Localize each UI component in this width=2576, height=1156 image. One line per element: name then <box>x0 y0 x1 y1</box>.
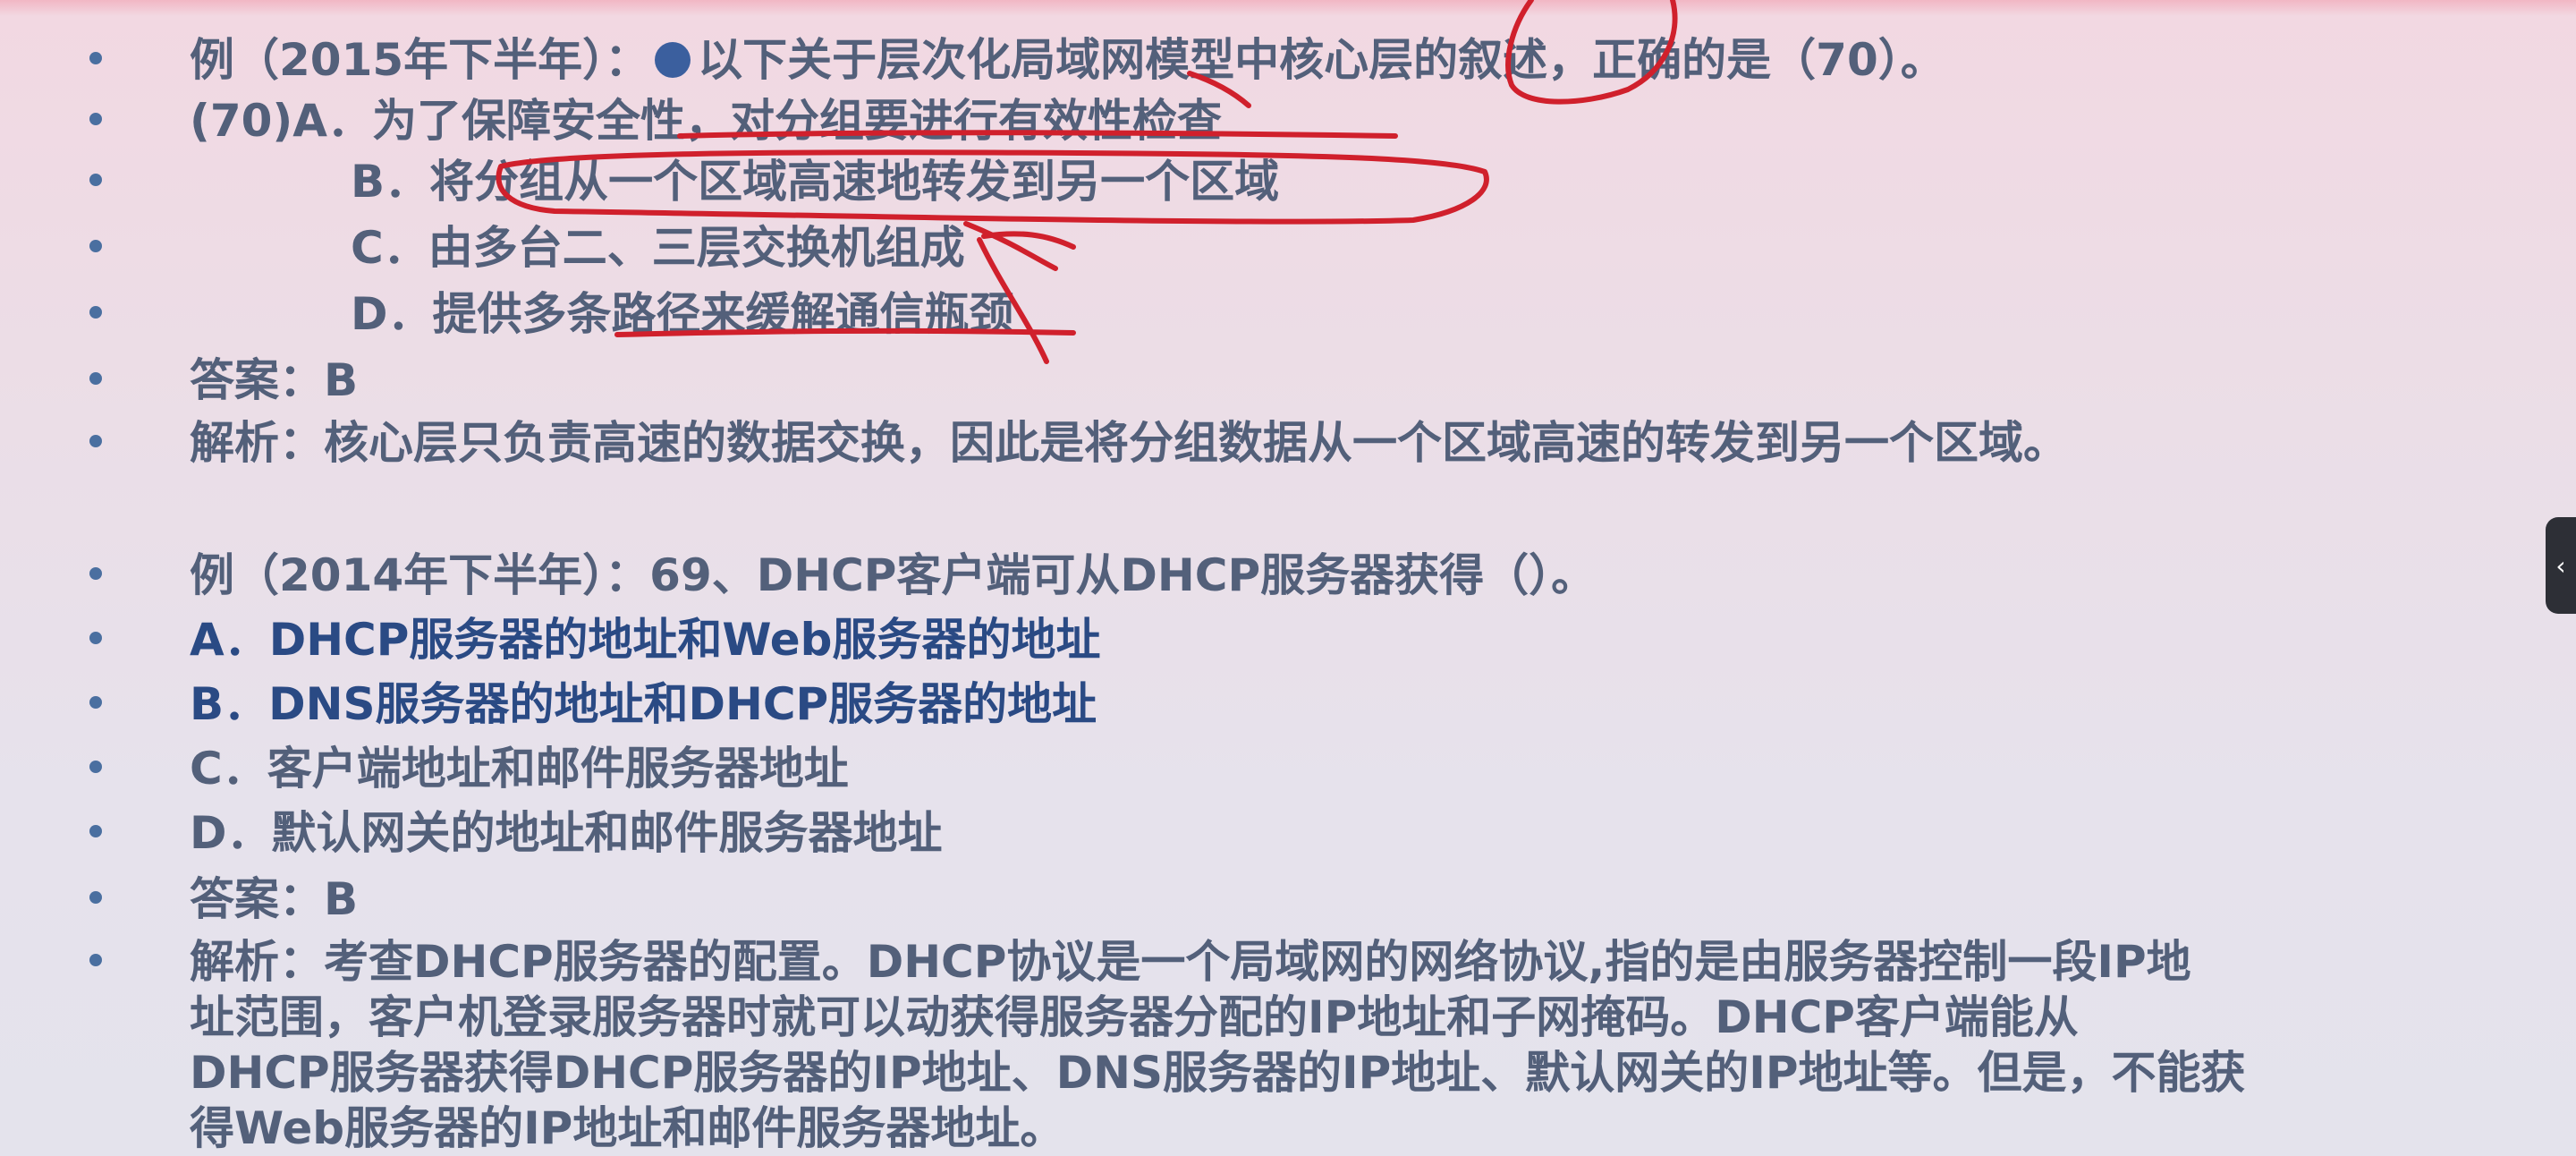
bullet <box>89 240 102 252</box>
example2-option-d: D．默认网关的地址和邮件服务器地址 <box>190 807 943 859</box>
list-item: 答案：B <box>0 871 2576 938</box>
example1-analysis: 解析：核心层只负责高速的数据交换，因此是将分组数据从一个区域高速的转发到另一个区… <box>190 417 2068 469</box>
chevron-left-icon: ‹ <box>2555 550 2566 581</box>
bullet <box>89 113 102 125</box>
list-item: B．DNS服务器的地址和DHCP服务器的地址 <box>0 676 2576 743</box>
bullet <box>89 761 102 773</box>
bullet <box>89 696 102 709</box>
title-remnant-strip <box>0 0 2576 16</box>
list-item: A．DHCP服务器的地址和Web服务器的地址 <box>0 612 2576 678</box>
circle-bullet-icon <box>655 42 691 78</box>
bullet <box>89 567 102 580</box>
analysis-line: 得Web服务器的IP地址和邮件服务器地址。 <box>190 1102 1065 1154</box>
bullet <box>89 825 102 837</box>
list-item: C．由多台二、三层交换机组成 <box>0 220 2576 286</box>
bullet <box>89 372 102 385</box>
bullet <box>89 632 102 644</box>
example1-option-a: (70)A．为了保障安全性，对分组要进行有效性检查 <box>190 95 1222 147</box>
example1-option-c: C．由多台二、三层交换机组成 <box>351 222 965 274</box>
example1-option-b: B．将分组从一个区域高速地转发到另一个区域 <box>351 156 1280 208</box>
list-item: D．默认网关的地址和邮件服务器地址 <box>0 805 2576 871</box>
list-item: 答案：B <box>0 353 2576 419</box>
example2-title: 例（2014年下半年）：69、DHCP客户端可从DHCP服务器获得（）。 <box>190 549 1597 601</box>
list-item: B．将分组从一个区域高速地转发到另一个区域 <box>0 154 2576 220</box>
analysis-line: 址范围，客户机登录服务器时就可以动获得服务器分配的IP地址和子网掩码。DHCP客… <box>190 991 2079 1043</box>
example2-option-a: A．DHCP服务器的地址和Web服务器的地址 <box>190 614 1101 666</box>
bullet <box>89 891 102 904</box>
list-item: C．客户端地址和邮件服务器地址 <box>0 741 2576 807</box>
bullet <box>89 435 102 447</box>
list-item: D．提供多条路径来缓解通信瓶颈 <box>0 286 2576 353</box>
list-item: 例（2014年下半年）：69、DHCP客户端可从DHCP服务器获得（）。 <box>0 548 2576 614</box>
example2-analysis: 解析：考查DHCP服务器的配置。DHCP协议是一个局域网的网络协议,指的是由服务… <box>190 934 2515 1156</box>
list-item: 例（2015年下半年）： 以下关于层次化局域网模型中核心层的叙述，正确的是（70）… <box>0 32 2576 98</box>
analysis-line: 解析：考查DHCP服务器的配置。DHCP协议是一个局域网的网络协议,指的是由服务… <box>190 936 2191 988</box>
bullet <box>89 52 102 64</box>
bullet <box>89 174 102 186</box>
example1-option-d: D．提供多条路径来缓解通信瓶颈 <box>351 288 1014 340</box>
collapse-panel-tab[interactable]: ‹ <box>2546 517 2576 614</box>
example2-option-c: C．客户端地址和邮件服务器地址 <box>190 743 849 795</box>
bullet <box>89 306 102 319</box>
example2-option-b: B．DNS服务器的地址和DHCP服务器的地址 <box>190 678 1097 730</box>
bullet <box>89 954 102 966</box>
list-item: 解析：核心层只负责高速的数据交换，因此是将分组数据从一个区域高速的转发到另一个区… <box>0 415 2576 481</box>
example1-answer: 答案：B <box>190 354 359 406</box>
example2-answer: 答案：B <box>190 873 359 925</box>
list-item: (70)A．为了保障安全性，对分组要进行有效性检查 <box>0 93 2576 159</box>
analysis-line: DHCP服务器获得DHCP服务器的IP地址、DNS服务器的IP地址、默认网关的I… <box>190 1047 2246 1099</box>
example1-title: 例（2015年下半年）： 以下关于层次化局域网模型中核心层的叙述，正确的是（70）… <box>190 34 1945 86</box>
